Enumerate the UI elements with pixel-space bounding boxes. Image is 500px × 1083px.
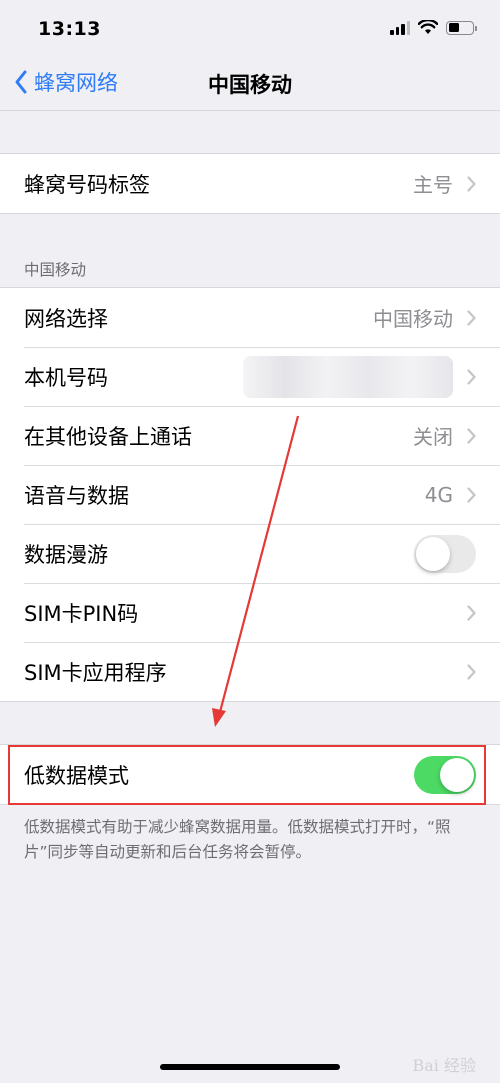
- chevron-right-icon: [467, 663, 476, 680]
- watermark: Bai 经验: [412, 1056, 476, 1075]
- group-low-data-mode: 低数据模式: [0, 744, 500, 805]
- navigation-bar: 蜂窝网络 中国移动: [0, 55, 500, 111]
- row-low-data-mode: 低数据模式: [0, 745, 500, 804]
- row-label: 网络选择: [24, 306, 108, 331]
- row-cellular-number-label[interactable]: 蜂窝号码标签 主号: [0, 154, 500, 213]
- row-value: 4G: [424, 482, 453, 507]
- data-roaming-toggle[interactable]: [414, 534, 476, 573]
- chevron-right-icon: [467, 175, 476, 192]
- section-header: 中国移动: [24, 261, 87, 279]
- chevron-right-icon: [467, 604, 476, 621]
- row-label: 数据漫游: [24, 542, 108, 567]
- home-indicator[interactable]: [160, 1064, 340, 1070]
- row-label: 在其他设备上通话: [24, 424, 192, 449]
- page-title: 中国移动: [208, 73, 292, 97]
- chevron-right-icon: [467, 427, 476, 444]
- row-my-number[interactable]: 本机号码: [0, 347, 500, 406]
- row-data-roaming: 数据漫游: [0, 524, 500, 583]
- row-network-selection[interactable]: 网络选择 中国移动: [0, 288, 500, 347]
- low-data-mode-description: 低数据模式有助于减少蜂窝数据用量。低数据模式打开时，“照片”同步等自动更新和后台…: [24, 818, 451, 861]
- row-value: 中国移动: [373, 307, 453, 331]
- low-data-mode-toggle[interactable]: [414, 755, 476, 794]
- row-label: SIM卡PIN码: [24, 601, 139, 626]
- row-calls-on-other-devices[interactable]: 在其他设备上通话 关闭: [0, 406, 500, 465]
- row-sim-pin[interactable]: SIM卡PIN码: [0, 583, 500, 642]
- battery-icon: [446, 20, 477, 35]
- row-label: 低数据模式: [24, 763, 129, 788]
- row-label: 蜂窝号码标签: [24, 172, 150, 197]
- row-label: SIM卡应用程序: [24, 660, 167, 685]
- chevron-right-icon: [467, 309, 476, 326]
- chevron-right-icon: [467, 486, 476, 503]
- group-number-label: 蜂窝号码标签 主号: [0, 153, 500, 214]
- cellular-signal-icon: [390, 20, 410, 35]
- row-value: 主号: [413, 173, 453, 197]
- wifi-icon: [418, 20, 438, 34]
- status-bar: 13:13: [0, 0, 500, 60]
- group-carrier-settings: 网络选择 中国移动 本机号码 在其他设备上通话 关闭 语音与数据 4G 数据漫游: [0, 287, 500, 702]
- row-value: 关闭: [413, 425, 453, 449]
- chevron-right-icon: [467, 368, 476, 385]
- row-sim-applications[interactable]: SIM卡应用程序: [0, 642, 500, 701]
- row-voice-and-data[interactable]: 语音与数据 4G: [0, 465, 500, 524]
- row-label: 本机号码: [24, 365, 108, 390]
- status-icons: [390, 20, 477, 35]
- row-label: 语音与数据: [24, 483, 129, 508]
- redacted-phone-number: [243, 355, 453, 398]
- status-time: 13:13: [38, 18, 101, 40]
